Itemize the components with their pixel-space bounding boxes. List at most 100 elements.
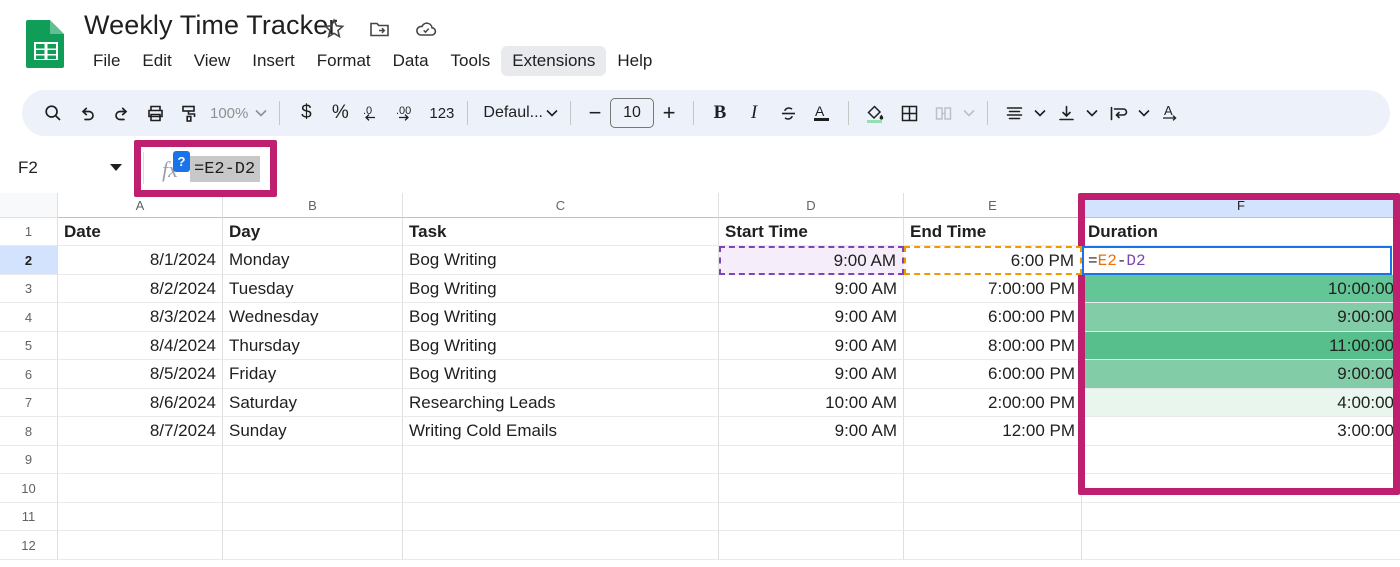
cell-f12[interactable]	[1082, 531, 1400, 560]
cell-c3[interactable]: Bog Writing	[403, 275, 719, 303]
merge-cells-icon[interactable]	[926, 96, 960, 130]
fx-icon[interactable]: fx ?	[162, 155, 192, 183]
decrease-decimal-icon[interactable]: .0	[357, 96, 391, 130]
cell-e11[interactable]	[904, 503, 1082, 531]
font-chevron-down-icon[interactable]	[543, 96, 561, 130]
cell-f10[interactable]	[1082, 474, 1400, 503]
cell-b10[interactable]	[223, 474, 403, 503]
menu-item-data[interactable]: Data	[382, 46, 440, 76]
halign-chevron-down-icon[interactable]	[1031, 96, 1049, 130]
row-header-1[interactable]: 1	[0, 218, 58, 246]
cell-d5[interactable]: 9:00 AM	[719, 332, 904, 360]
cell-e5[interactable]: 8:00:00 PM	[904, 332, 1082, 360]
text-rotation-icon[interactable]: A	[1153, 96, 1187, 130]
cell-d4[interactable]: 9:00 AM	[719, 303, 904, 332]
move-to-folder-icon[interactable]	[368, 17, 392, 41]
cell-c12[interactable]	[403, 531, 719, 560]
print-icon[interactable]	[138, 96, 172, 130]
cell-a2[interactable]: 8/1/2024	[58, 246, 223, 275]
redo-icon[interactable]	[104, 96, 138, 130]
menu-item-tools[interactable]: Tools	[440, 46, 502, 76]
cell-b3[interactable]: Tuesday	[223, 275, 403, 303]
cell-a12[interactable]	[58, 531, 223, 560]
menu-item-file[interactable]: File	[82, 46, 131, 76]
cell-d6[interactable]: 9:00 AM	[719, 360, 904, 389]
cell-d3[interactable]: 9:00 AM	[719, 275, 904, 303]
paint-format-icon[interactable]	[172, 96, 206, 130]
increase-font-size-button[interactable]: +	[654, 96, 684, 130]
formula-help-badge[interactable]: ?	[173, 151, 190, 172]
cell-b9[interactable]	[223, 446, 403, 474]
wrap-chevron-down-icon[interactable]	[1135, 96, 1153, 130]
cell-e4[interactable]: 6:00:00 PM	[904, 303, 1082, 332]
search-icon[interactable]	[36, 96, 70, 130]
cell-f7[interactable]: 4:00:00	[1082, 389, 1400, 417]
cell-a1[interactable]: Date	[58, 218, 223, 246]
column-header-a[interactable]: A	[58, 193, 223, 218]
cell-f8[interactable]: 3:00:00	[1082, 417, 1400, 446]
cell-e9[interactable]	[904, 446, 1082, 474]
zoom-level-label[interactable]: 100%	[206, 96, 252, 130]
valign-chevron-down-icon[interactable]	[1083, 96, 1101, 130]
cell-b4[interactable]: Wednesday	[223, 303, 403, 332]
fill-color-icon[interactable]	[858, 96, 892, 130]
cell-f3[interactable]: 10:00:00	[1082, 275, 1400, 303]
cell-a7[interactable]: 8/6/2024	[58, 389, 223, 417]
vertical-align-icon[interactable]	[1049, 96, 1083, 130]
row-header-10[interactable]: 10	[0, 474, 58, 503]
cell-f1[interactable]: Duration	[1082, 218, 1400, 246]
cell-d1[interactable]: Start Time	[719, 218, 904, 246]
column-header-f[interactable]: F	[1082, 193, 1400, 218]
text-wrap-icon[interactable]	[1101, 96, 1135, 130]
cell-d10[interactable]	[719, 474, 904, 503]
borders-icon[interactable]	[892, 96, 926, 130]
row-header-8[interactable]: 8	[0, 417, 58, 446]
cell-a9[interactable]	[58, 446, 223, 474]
cell-f4[interactable]: 9:00:00	[1082, 303, 1400, 332]
cell-b12[interactable]	[223, 531, 403, 560]
cell-c6[interactable]: Bog Writing	[403, 360, 719, 389]
merge-chevron-down-icon[interactable]	[960, 96, 978, 130]
row-header-5[interactable]: 5	[0, 332, 58, 360]
bold-button[interactable]: B	[703, 96, 737, 130]
cell-d8[interactable]: 9:00 AM	[719, 417, 904, 446]
column-header-d[interactable]: D	[719, 193, 904, 218]
cell-a3[interactable]: 8/2/2024	[58, 275, 223, 303]
italic-button[interactable]: I	[737, 96, 771, 130]
precedent-cell-e2[interactable]: 6:00 PM	[904, 246, 1082, 275]
undo-icon[interactable]	[70, 96, 104, 130]
cell-c5[interactable]: Bog Writing	[403, 332, 719, 360]
menu-item-format[interactable]: Format	[306, 46, 382, 76]
row-header-3[interactable]: 3	[0, 275, 58, 303]
cell-f11[interactable]	[1082, 503, 1400, 531]
formula-input[interactable]: =E2-D2	[190, 156, 260, 182]
font-family-label[interactable]: Defaul...	[477, 96, 543, 130]
cloud-saved-icon[interactable]	[414, 17, 438, 41]
percent-format-button[interactable]: %	[323, 96, 357, 130]
cell-e7[interactable]: 2:00:00 PM	[904, 389, 1082, 417]
menu-item-help[interactable]: Help	[606, 46, 663, 76]
cell-c8[interactable]: Writing Cold Emails	[403, 417, 719, 446]
cell-c2[interactable]: Bog Writing	[403, 246, 719, 275]
cell-e12[interactable]	[904, 531, 1082, 560]
cell-b2[interactable]: Monday	[223, 246, 403, 275]
cell-c11[interactable]	[403, 503, 719, 531]
row-header-6[interactable]: 6	[0, 360, 58, 389]
star-icon[interactable]	[322, 17, 346, 41]
cell-d12[interactable]	[719, 531, 904, 560]
cell-d7[interactable]: 10:00 AM	[719, 389, 904, 417]
strikethrough-icon[interactable]	[771, 96, 805, 130]
cell-b11[interactable]	[223, 503, 403, 531]
column-header-b[interactable]: B	[223, 193, 403, 218]
cell-f9[interactable]	[1082, 446, 1400, 474]
cell-a10[interactable]	[58, 474, 223, 503]
cell-c9[interactable]	[403, 446, 719, 474]
cell-e1[interactable]: End Time	[904, 218, 1082, 246]
row-header-7[interactable]: 7	[0, 389, 58, 417]
cell-c10[interactable]	[403, 474, 719, 503]
cell-d11[interactable]	[719, 503, 904, 531]
menu-item-extensions[interactable]: Extensions	[501, 46, 606, 76]
column-header-c[interactable]: C	[403, 193, 719, 218]
decrease-font-size-button[interactable]: −	[580, 96, 610, 130]
increase-decimal-icon[interactable]: .00	[391, 96, 425, 130]
